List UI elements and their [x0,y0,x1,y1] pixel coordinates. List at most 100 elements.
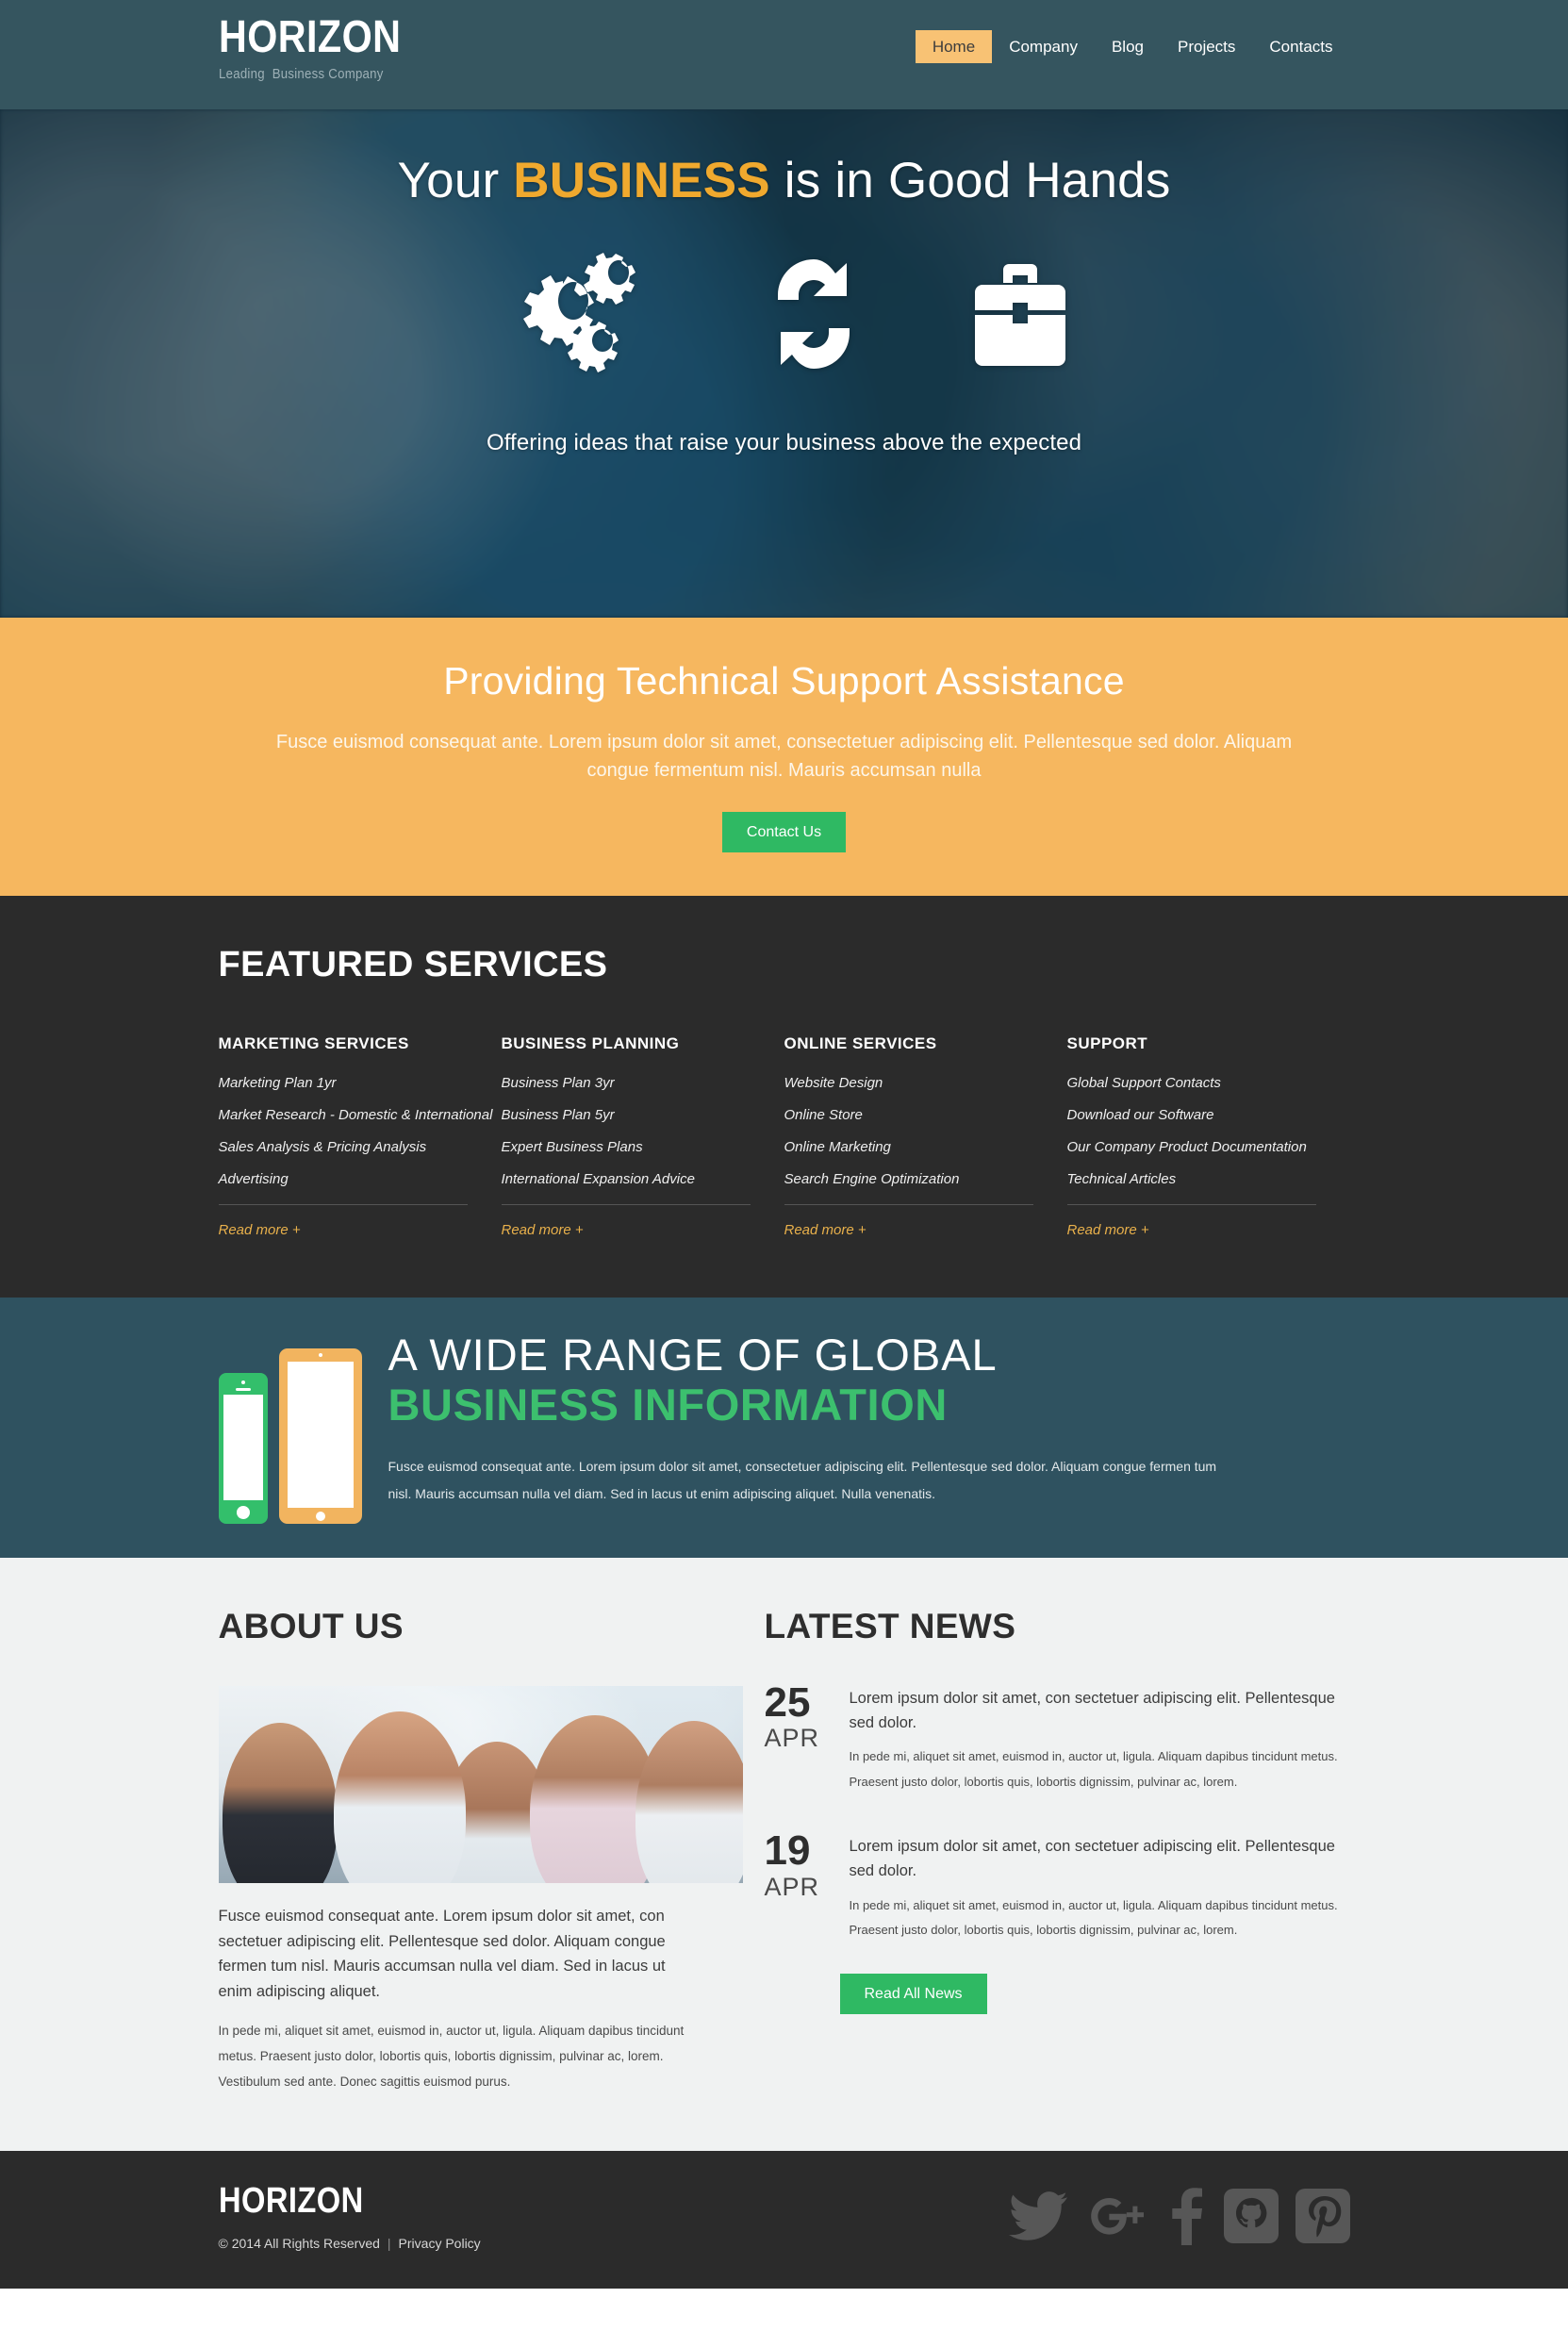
service-item[interactable]: Marketing Plan 1yr [219,1076,468,1090]
news-date: 25 APR [764,1678,827,1794]
phone-speaker [235,1387,251,1391]
nav-item-blog[interactable]: Blog [1095,30,1161,63]
google-plus-icon[interactable] [1084,2190,1147,2242]
nav-item-home[interactable]: Home [915,30,993,63]
privacy-policy-link[interactable]: Privacy Policy [399,2236,481,2251]
pinterest-icon[interactable] [1295,2187,1350,2245]
service-item[interactable]: International Expansion Advice [502,1172,751,1186]
service-list: Website Design Online Store Online Marke… [784,1076,1033,1186]
latest-news-title: LATEST NEWS [764,1606,1016,1645]
github-icon[interactable] [1223,2187,1279,2245]
service-list: Global Support Contacts Download our Sof… [1067,1076,1316,1186]
tablet-home-button [315,1511,325,1521]
hero-banner: Your BUSINESS is in Good Hands Offering … [0,109,1568,618]
main-content: ABOUT US Fusce euismod consequat ante. L… [0,1557,1568,2151]
read-all-news-button[interactable]: Read All News [839,1973,987,2014]
info-section: A WIDE RANGE OF GLOBAL BUSINESS INFORMAT… [0,1297,1568,1558]
service-item[interactable]: Global Support Contacts [1067,1076,1316,1090]
about-lead-text: Fusce euismod consequat ante. Lorem ipsu… [218,1907,666,2001]
news-day: 25 [764,1678,811,1726]
news-text: In pede mi, aliquet sit amet, euismod in… [849,1749,1338,1789]
about-us-section: ABOUT US Fusce euismod consequat ante. L… [218,1606,751,2094]
service-list: Business Plan 3yr Business Plan 5yr Expe… [502,1076,751,1186]
callout-text: Fusce euismod consequat ante. Lorem ipsu… [275,732,1293,782]
hero-subtitle: Offering ideas that raise your business … [486,430,1082,456]
featured-services-title: FEATURED SERVICES [218,944,608,984]
hero-icon-row [0,253,1568,375]
service-column-business-planning: BUSINESS PLANNING Business Plan 3yr Busi… [501,1034,784,1239]
info-heading-line2: BUSINESS INFORMATION [388,1379,948,1430]
service-column-title: ONLINE SERVICES [784,1033,937,1052]
latest-news-section: LATEST NEWS 25 APR Lorem ipsum dolor sit… [751,1607,1350,2094]
read-more-link[interactable]: Read more + [502,1222,584,1238]
nav-item-company[interactable]: Company [992,30,1095,63]
page-root: HORIZON Leading Business Company Home Co… [0,0,1568,2289]
news-text: In pede mi, aliquet sit amet, euismod in… [849,1897,1338,1938]
news-title[interactable]: Lorem ipsum dolor sit amet, con sectetue… [850,1835,1350,1883]
nav-item-contacts[interactable]: Contacts [1252,30,1349,63]
divider [218,1203,468,1205]
footer-brand[interactable]: HORIZON © 2014 All Rights Reserved | Priva… [219,2183,481,2251]
twitter-icon[interactable] [1008,2191,1067,2240]
footer-copyright-row: © 2014 All Rights Reserved | Privacy Polic… [219,2236,481,2251]
hero-title-highlight: BUSINESS [513,153,770,208]
site-header: HORIZON Leading Business Company Home Co… [0,0,1568,109]
service-column-title: SUPPORT [1066,1033,1148,1052]
service-item[interactable]: Download our Software [1067,1108,1316,1122]
service-item[interactable]: Advertising [219,1172,468,1186]
service-item[interactable]: Business Plan 5yr [502,1108,751,1122]
news-month: APR [764,1724,820,1753]
logo[interactable]: HORIZON Leading Business Company [218,0,431,83]
hero-title-pre: Your [397,153,514,208]
service-column-title: MARKETING SERVICES [218,1033,409,1052]
service-item[interactable]: Business Plan 3yr [502,1076,751,1090]
social-links [1008,2183,1350,2245]
tablet-graphic [278,1347,362,1524]
service-item[interactable]: Website Design [784,1076,1033,1090]
briefcase-icon [974,256,1065,372]
news-title[interactable]: Lorem ipsum dolor sit amet, con sectetue… [850,1687,1350,1735]
service-item[interactable]: Market Research - Domestic & Internation… [219,1108,493,1122]
about-body-text: In pede mi, aliquet sit amet, euismod in… [218,2023,685,2089]
service-item[interactable]: Sales Analysis & Pricing Analysis [219,1140,468,1154]
service-item[interactable]: Online Store [784,1108,1033,1122]
read-more-link[interactable]: Read more + [1067,1222,1149,1238]
logo-tagline: Leading Business Company [218,66,384,82]
about-us-title: ABOUT US [218,1606,404,1645]
news-day: 19 [764,1827,811,1875]
services-columns: MARKETING SERVICES Marketing Plan 1yr Ma… [218,1033,1350,1239]
nav-item-projects[interactable]: Projects [1161,30,1252,63]
service-item[interactable]: Online Marketing [784,1140,1033,1154]
gears-icon [503,253,652,375]
news-item[interactable]: 19 APR Lorem ipsum dolor sit amet, con s… [764,1827,1350,1942]
divider [501,1203,751,1205]
about-team-photo [218,1685,743,1883]
service-item[interactable]: Search Engine Optimization [784,1172,1033,1186]
news-item[interactable]: 25 APR Lorem ipsum dolor sit amet, con s… [764,1678,1350,1794]
callout-section: Providing Technical Support Assistance F… [0,618,1568,896]
logo-text: HORIZON [218,12,401,62]
separator: | [387,2235,391,2251]
footer-logo-text: HORIZON [218,2180,364,2221]
service-item[interactable]: Expert Business Plans [502,1140,751,1154]
info-paragraph: Fusce euismod consequat ante. Lorem ipsu… [388,1459,1217,1502]
service-item[interactable]: Our Company Product Documentation [1067,1140,1316,1154]
service-item[interactable]: Technical Articles [1067,1172,1316,1186]
site-footer: HORIZON © 2014 All Rights Reserved | Priva… [0,2150,1568,2289]
read-more-link[interactable]: Read more + [784,1222,867,1238]
contact-us-button[interactable]: Contact Us [721,811,847,852]
read-more-link[interactable]: Read more + [219,1222,301,1238]
info-heading-line1: A WIDE RANGE OF GLOBAL [388,1329,998,1380]
devices-illustration [218,1331,388,1524]
service-column-marketing: MARKETING SERVICES Marketing Plan 1yr Ma… [218,1033,502,1239]
smartphone-graphic [218,1372,268,1524]
hero-title: Your BUSINESS is in Good Hands [0,153,1568,208]
divider [1066,1203,1316,1205]
hero-title-post: is in Good Hands [769,153,1171,208]
refresh-icon [773,254,854,374]
featured-services-section: FEATURED SERVICES MARKETING SERVICES Mar… [0,895,1568,1298]
callout-title: Providing Technical Support Assistance [443,659,1125,703]
facebook-icon[interactable] [1164,2187,1207,2245]
service-column-support: SUPPORT Global Support Contacts Download… [1066,1033,1350,1239]
phone-screen [223,1394,263,1500]
